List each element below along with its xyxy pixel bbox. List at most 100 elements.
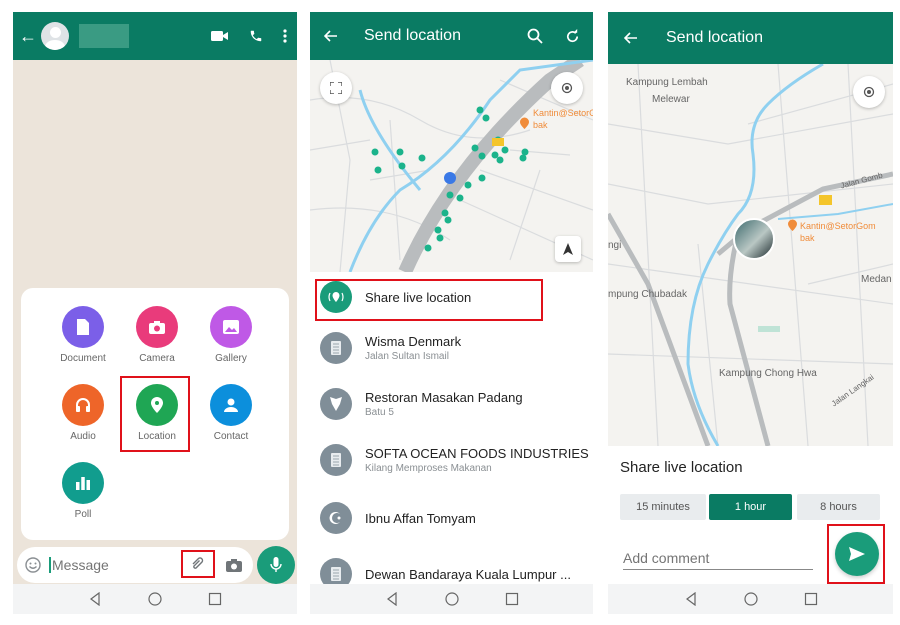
- gallery-icon: [223, 320, 239, 334]
- building-icon: [331, 341, 341, 355]
- place-name: Dewan Bandaraya Kuala Lumpur ...: [365, 566, 571, 582]
- map-view[interactable]: Kantin@SetorGom bak: [310, 60, 593, 272]
- contact-icon: [224, 398, 238, 412]
- camera-icon[interactable]: [226, 558, 242, 572]
- navigation-arrow-icon: [563, 243, 573, 255]
- place-subtitle: Kilang Memproses Makanan: [365, 463, 492, 474]
- crescent-icon: [329, 511, 341, 524]
- message-input-bar: [17, 547, 253, 583]
- compass-button[interactable]: [555, 236, 581, 262]
- nav-back-icon[interactable]: [385, 592, 399, 606]
- map-place-label: Kantin@SetorGom: [533, 108, 593, 118]
- my-location-button[interactable]: [551, 72, 583, 104]
- fullscreen-button[interactable]: [320, 72, 352, 104]
- place-name: SOFTA OCEAN FOODS INDUSTRIES: [365, 446, 589, 461]
- nav-back-icon[interactable]: [684, 592, 698, 606]
- my-location-icon: [863, 86, 875, 98]
- share-live-highlight-box: [315, 279, 543, 321]
- map-area-label: Kampung Chong Hwa: [719, 368, 817, 379]
- text-cursor: [49, 557, 51, 573]
- comment-input[interactable]: [623, 546, 813, 570]
- voice-record-button[interactable]: [257, 546, 295, 584]
- attach-label: Audio: [70, 431, 96, 442]
- chat-header: ←: [13, 12, 297, 60]
- headphones-icon: [76, 398, 90, 412]
- attach-gallery[interactable]: Gallery: [195, 306, 267, 364]
- attach-label: Document: [60, 353, 106, 364]
- map-place-label: Kantin@SetorGom: [800, 221, 876, 231]
- place-subtitle: Batu 5: [365, 407, 394, 418]
- nav-home-icon[interactable]: [148, 592, 162, 606]
- nav-recents-icon[interactable]: [208, 592, 222, 606]
- my-location-button[interactable]: [853, 76, 885, 108]
- place-item[interactable]: Wisma Denmark Jalan Sultan Ismail: [310, 320, 593, 376]
- send-location-screen: Send location Kantin@SetorG bak Share li…: [310, 12, 593, 614]
- search-icon[interactable]: [527, 28, 543, 44]
- duration-15-minutes[interactable]: 15 minutes: [620, 494, 706, 520]
- paperclip-icon: [192, 557, 204, 569]
- refresh-icon[interactable]: [565, 28, 580, 44]
- contact-name-redacted[interactable]: [79, 24, 129, 48]
- attach-label: Gallery: [215, 353, 247, 364]
- nav-recents-icon[interactable]: [804, 592, 818, 606]
- back-arrow-icon[interactable]: [624, 32, 638, 44]
- map-area-label: ngi: [608, 240, 622, 251]
- attach-contact[interactable]: Contact: [195, 384, 267, 442]
- building-icon: [331, 567, 341, 581]
- send-button[interactable]: [835, 532, 879, 576]
- attach-label: Poll: [74, 509, 92, 520]
- map-area-label: Medan: [861, 274, 892, 285]
- duration-1-hour[interactable]: 1 hour: [709, 494, 792, 520]
- system-nav-bar: [310, 584, 593, 614]
- nav-back-icon[interactable]: [88, 592, 102, 606]
- share-live-location-screen: Send location Kampung Lembah Melewar mpu…: [608, 12, 893, 614]
- attach-poll[interactable]: Poll: [47, 462, 119, 520]
- camera-icon: [149, 321, 165, 334]
- voice-call-icon[interactable]: [249, 29, 263, 43]
- emblem-icon: [330, 397, 342, 411]
- emoji-icon[interactable]: [25, 557, 41, 573]
- send-location-header: Send location: [310, 12, 593, 60]
- location-highlight-box: [120, 376, 190, 452]
- place-item[interactable]: Ibnu Affan Tomyam: [310, 490, 593, 546]
- map-place-label-2: bak: [533, 120, 548, 130]
- message-input[interactable]: [52, 557, 162, 573]
- attachment-menu: Document Camera Gallery Audio Location C…: [21, 288, 289, 540]
- attach-button[interactable]: [181, 550, 215, 578]
- map-place-label-2: bak: [800, 233, 815, 243]
- place-name: Ibnu Affan Tomyam: [365, 510, 476, 526]
- user-avatar-marker[interactable]: [733, 218, 775, 260]
- attach-label: Contact: [213, 431, 249, 442]
- place-name: Wisma Denmark: [365, 334, 462, 349]
- back-arrow-icon[interactable]: [324, 30, 338, 42]
- place-item[interactable]: SOFTA OCEAN FOODS INDUSTRIES Kilang Mempr…: [310, 432, 593, 488]
- attach-audio[interactable]: Audio: [47, 384, 119, 442]
- screen-title: Send location: [666, 29, 763, 46]
- section-title: Share live location: [620, 459, 743, 476]
- chat-screen: ← Document Camera Gallery Audio Location…: [13, 12, 297, 614]
- map-view[interactable]: Kampung Lembah Melewar mpung Chubadak Ka…: [608, 64, 893, 446]
- map-area-label: Kampung Lembah: [626, 77, 708, 88]
- contact-avatar[interactable]: [41, 22, 69, 50]
- nav-home-icon[interactable]: [444, 592, 459, 606]
- screen-title: Send location: [364, 27, 461, 44]
- system-nav-bar: [13, 584, 297, 614]
- attach-label: Camera: [139, 353, 175, 364]
- place-name: Restoran Masakan Padang: [365, 390, 523, 405]
- nav-home-icon[interactable]: [743, 592, 758, 606]
- my-location-icon: [561, 82, 573, 94]
- system-nav-bar: [608, 584, 893, 614]
- attach-camera[interactable]: Camera: [121, 306, 193, 364]
- send-icon: [849, 547, 865, 561]
- poll-icon: [76, 477, 90, 490]
- back-button[interactable]: ←: [19, 26, 37, 47]
- place-subtitle: Jalan Sultan Ismail: [365, 351, 449, 362]
- nav-recents-icon[interactable]: [505, 592, 519, 606]
- attach-document[interactable]: Document: [47, 306, 119, 364]
- fullscreen-icon: [330, 82, 342, 94]
- duration-8-hours[interactable]: 8 hours: [797, 494, 880, 520]
- map-area-label: Melewar: [652, 94, 690, 105]
- place-item[interactable]: Restoran Masakan Padang Batu 5: [310, 376, 593, 432]
- video-call-icon[interactable]: [211, 30, 229, 42]
- more-options-icon[interactable]: [283, 29, 287, 43]
